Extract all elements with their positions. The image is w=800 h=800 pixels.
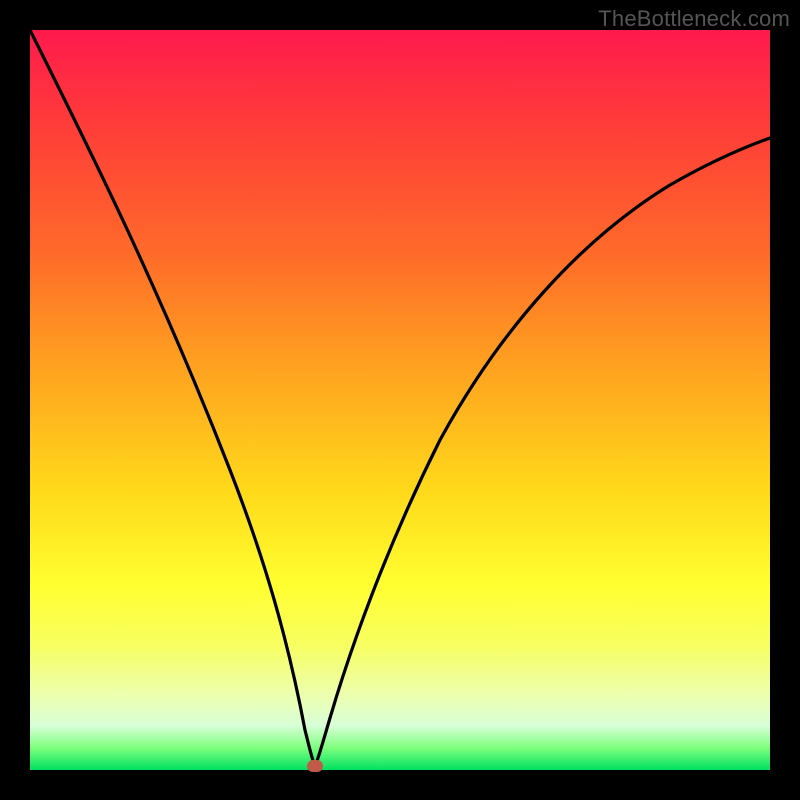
watermark-text: TheBottleneck.com: [598, 6, 790, 32]
chart-frame: TheBottleneck.com: [0, 0, 800, 800]
curve-svg: [30, 30, 770, 770]
minimum-marker: [307, 760, 323, 772]
bottleneck-curve-path: [30, 30, 770, 766]
